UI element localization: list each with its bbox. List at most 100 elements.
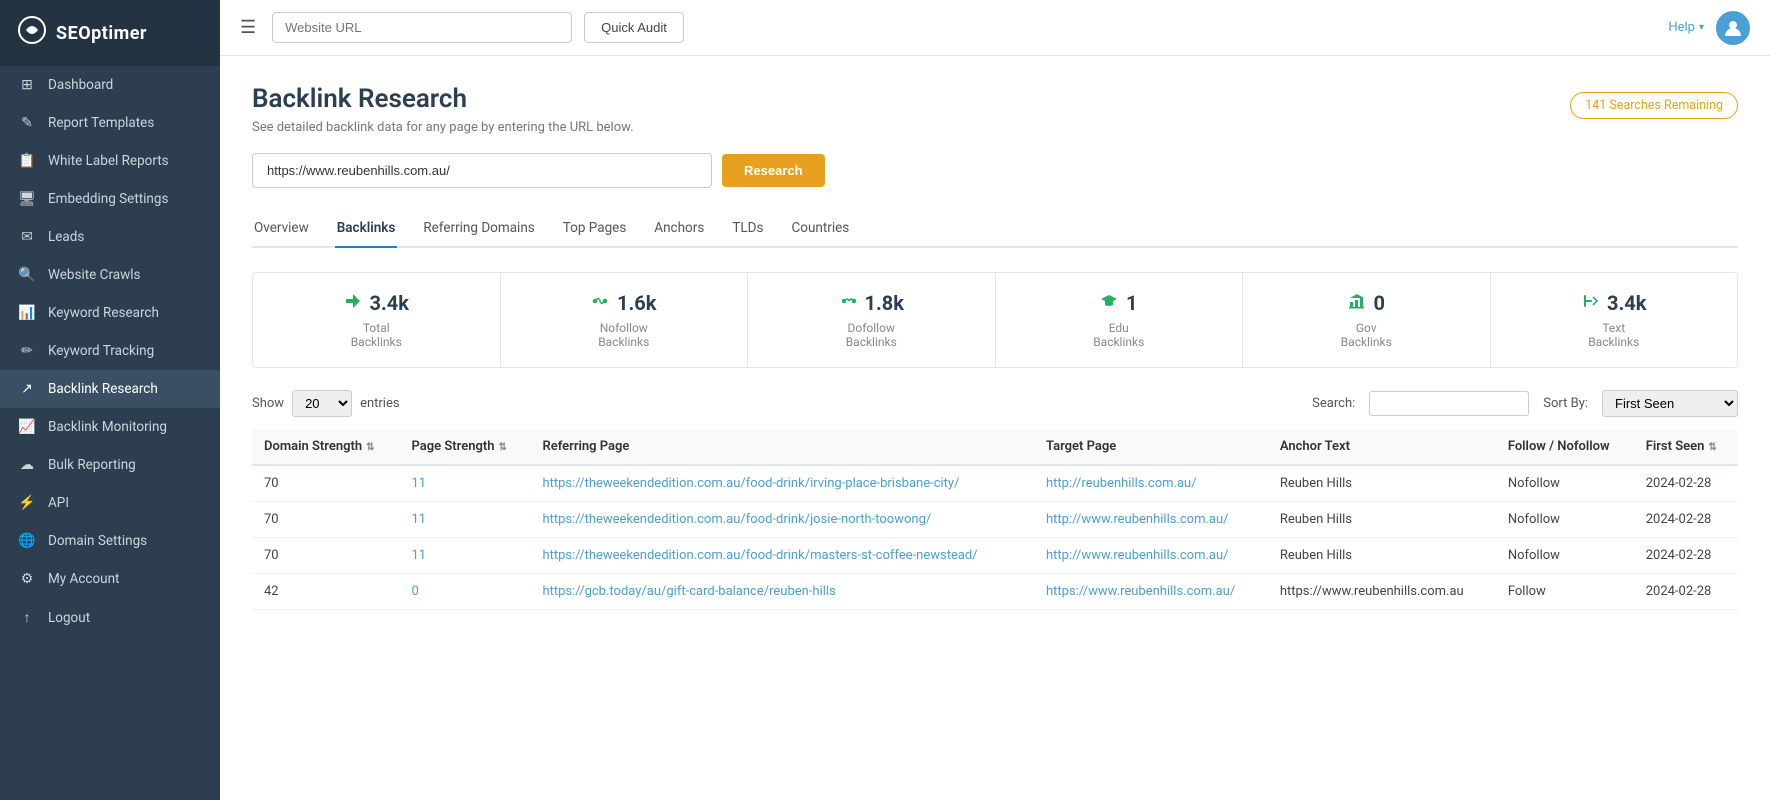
target-page-link-0[interactable]: http://reubenhills.com.au/: [1046, 476, 1197, 491]
edu-backlinks-icon: [1100, 292, 1118, 315]
edu-backlinks-value: 1: [1126, 291, 1137, 315]
sidebar-item-report-templates[interactable]: ✎ Report Templates: [0, 104, 220, 142]
content-area: Backlink Research See detailed backlink …: [220, 56, 1770, 800]
tab-anchors[interactable]: Anchors: [652, 212, 706, 248]
cell-target-page-3[interactable]: https://www.reubenhills.com.au/: [1034, 574, 1268, 610]
col-header-domain-strength[interactable]: Domain Strength⇅: [252, 429, 400, 465]
sidebar-item-backlink-research[interactable]: ↗ Backlink Research: [0, 370, 220, 408]
target-page-link-3[interactable]: https://www.reubenhills.com.au/: [1046, 584, 1235, 599]
research-url-input[interactable]: [252, 153, 712, 188]
table-header: Domain Strength⇅Page Strength⇅Referring …: [252, 429, 1738, 465]
cell-follow-nofollow-2: Nofollow: [1496, 538, 1634, 574]
cell-page-strength-2[interactable]: 11: [400, 538, 531, 574]
search-label: Search:: [1312, 396, 1355, 411]
keyword-research-icon: 📊: [18, 305, 36, 321]
domain-settings-icon: 🌐: [18, 533, 36, 549]
total-backlinks-label: TotalBacklinks: [269, 321, 484, 349]
tab-backlinks[interactable]: Backlinks: [335, 212, 398, 248]
quick-audit-button[interactable]: Quick Audit: [584, 12, 684, 43]
menu-toggle-icon[interactable]: ☰: [240, 17, 256, 38]
entries-select[interactable]: 20 50 100: [292, 390, 352, 417]
cell-follow-nofollow-1: Nofollow: [1496, 502, 1634, 538]
table-search-input[interactable]: [1369, 391, 1529, 416]
col-header-page-strength[interactable]: Page Strength⇅: [400, 429, 531, 465]
target-page-link-2[interactable]: http://www.reubenhills.com.au/: [1046, 548, 1229, 563]
sidebar-item-domain-settings[interactable]: 🌐 Domain Settings: [0, 522, 220, 560]
cell-first-seen-3: 2024-02-28: [1634, 574, 1738, 610]
help-link[interactable]: Help ▾: [1668, 20, 1704, 35]
referring-page-link-1[interactable]: https://theweekendedition.com.au/food-dr…: [542, 512, 931, 527]
sidebar-item-logout[interactable]: ↑ Logout: [0, 598, 220, 637]
show-entries-control: Show 20 50 100 entries: [252, 390, 400, 417]
sidebar-logo: SEOptimer: [0, 0, 220, 66]
col-header-first-seen[interactable]: First Seen⇅: [1634, 429, 1738, 465]
cell-target-page-2[interactable]: http://www.reubenhills.com.au/: [1034, 538, 1268, 574]
sidebar-item-dashboard[interactable]: ⊞ Dashboard: [0, 66, 220, 104]
sidebar-item-keyword-research[interactable]: 📊 Keyword Research: [0, 294, 220, 332]
cell-page-strength-1[interactable]: 11: [400, 502, 531, 538]
sort-arrow-first-seen: ⇅: [1708, 442, 1716, 453]
cell-referring-page-3[interactable]: https://gcb.today/au/gift-card-balance/r…: [530, 574, 1034, 610]
tab-countries[interactable]: Countries: [789, 212, 851, 248]
sidebar-item-embedding-settings[interactable]: 🖥 Embedding Settings: [0, 180, 220, 218]
table-row: 42 0 https://gcb.today/au/gift-card-bala…: [252, 574, 1738, 610]
cell-anchor-text-1: Reuben Hills: [1268, 502, 1496, 538]
sidebar-item-leads[interactable]: ✉ Leads: [0, 218, 220, 256]
bulk-reporting-icon: ☁: [18, 457, 36, 473]
sidebar-label-backlink-research: Backlink Research: [48, 381, 158, 397]
brand-logo-icon: [18, 16, 46, 50]
col-header-referring-page: Referring Page: [530, 429, 1034, 465]
tab-referring-domains[interactable]: Referring Domains: [421, 212, 536, 248]
table-row: 70 11 https://theweekendedition.com.au/f…: [252, 465, 1738, 502]
total-backlinks-icon: [344, 292, 362, 315]
text-backlinks-label: TextBacklinks: [1507, 321, 1722, 349]
cell-referring-page-1[interactable]: https://theweekendedition.com.au/food-dr…: [530, 502, 1034, 538]
dofollow-backlinks-value: 1.8k: [865, 291, 904, 315]
cell-page-strength-3[interactable]: 0: [400, 574, 531, 610]
page-header: Backlink Research See detailed backlink …: [252, 84, 1738, 135]
target-page-link-1[interactable]: http://www.reubenhills.com.au/: [1046, 512, 1229, 527]
sidebar-item-website-crawls[interactable]: 🔍 Website Crawls: [0, 256, 220, 294]
dashboard-icon: ⊞: [18, 77, 36, 93]
sort-by-select[interactable]: First SeenDomain StrengthPage Strength: [1602, 390, 1738, 417]
gov-backlinks-value: 0: [1374, 291, 1385, 315]
sidebar-label-website-crawls: Website Crawls: [48, 267, 141, 283]
sidebar-item-keyword-tracking[interactable]: ✏ Keyword Tracking: [0, 332, 220, 370]
page-title: Backlink Research: [252, 84, 634, 114]
cell-anchor-text-2: Reuben Hills: [1268, 538, 1496, 574]
tab-tlds[interactable]: TLDs: [730, 212, 765, 248]
stat-total-backlinks: 3.4k TotalBacklinks: [253, 273, 501, 367]
sidebar-label-domain-settings: Domain Settings: [48, 533, 147, 549]
cell-target-page-0[interactable]: http://reubenhills.com.au/: [1034, 465, 1268, 502]
tab-top-pages[interactable]: Top Pages: [561, 212, 629, 248]
cell-anchor-text-0: Reuben Hills: [1268, 465, 1496, 502]
sidebar-item-white-label-reports[interactable]: 📋 White Label Reports: [0, 142, 220, 180]
cell-target-page-1[interactable]: http://www.reubenhills.com.au/: [1034, 502, 1268, 538]
url-research-bar: Research: [252, 153, 1738, 188]
research-button[interactable]: Research: [722, 154, 825, 187]
sidebar-item-backlink-monitoring[interactable]: 📈 Backlink Monitoring: [0, 408, 220, 446]
referring-page-link-2[interactable]: https://theweekendedition.com.au/food-dr…: [542, 548, 977, 563]
sidebar-label-api: API: [48, 495, 69, 511]
sort-arrow-domain-strength: ⇅: [366, 442, 374, 453]
col-header-target-page: Target Page: [1034, 429, 1268, 465]
sidebar-label-keyword-research: Keyword Research: [48, 305, 159, 321]
stat-edu-backlinks: 1 EduBacklinks: [996, 273, 1244, 367]
cell-anchor-text-3: https://www.reubenhills.com.au: [1268, 574, 1496, 610]
sidebar-item-api[interactable]: ⚡ API: [0, 484, 220, 522]
sidebar-item-bulk-reporting[interactable]: ☁ Bulk Reporting: [0, 446, 220, 484]
sidebar-item-my-account[interactable]: ⚙ My Account: [0, 560, 220, 598]
referring-page-link-0[interactable]: https://theweekendedition.com.au/food-dr…: [542, 476, 959, 491]
user-avatar[interactable]: [1716, 11, 1750, 45]
cell-referring-page-0[interactable]: https://theweekendedition.com.au/food-dr…: [530, 465, 1034, 502]
entries-label: entries: [360, 396, 400, 411]
cell-follow-nofollow-3: Follow: [1496, 574, 1634, 610]
cell-referring-page-2[interactable]: https://theweekendedition.com.au/food-dr…: [530, 538, 1034, 574]
leads-icon: ✉: [18, 229, 36, 245]
gov-backlinks-icon: [1348, 292, 1366, 315]
tab-overview[interactable]: Overview: [252, 212, 311, 248]
cell-page-strength-0[interactable]: 11: [400, 465, 531, 502]
dofollow-backlinks-label: DofollowBacklinks: [764, 321, 979, 349]
referring-page-link-3[interactable]: https://gcb.today/au/gift-card-balance/r…: [542, 584, 835, 599]
topbar-url-input[interactable]: [272, 12, 572, 43]
